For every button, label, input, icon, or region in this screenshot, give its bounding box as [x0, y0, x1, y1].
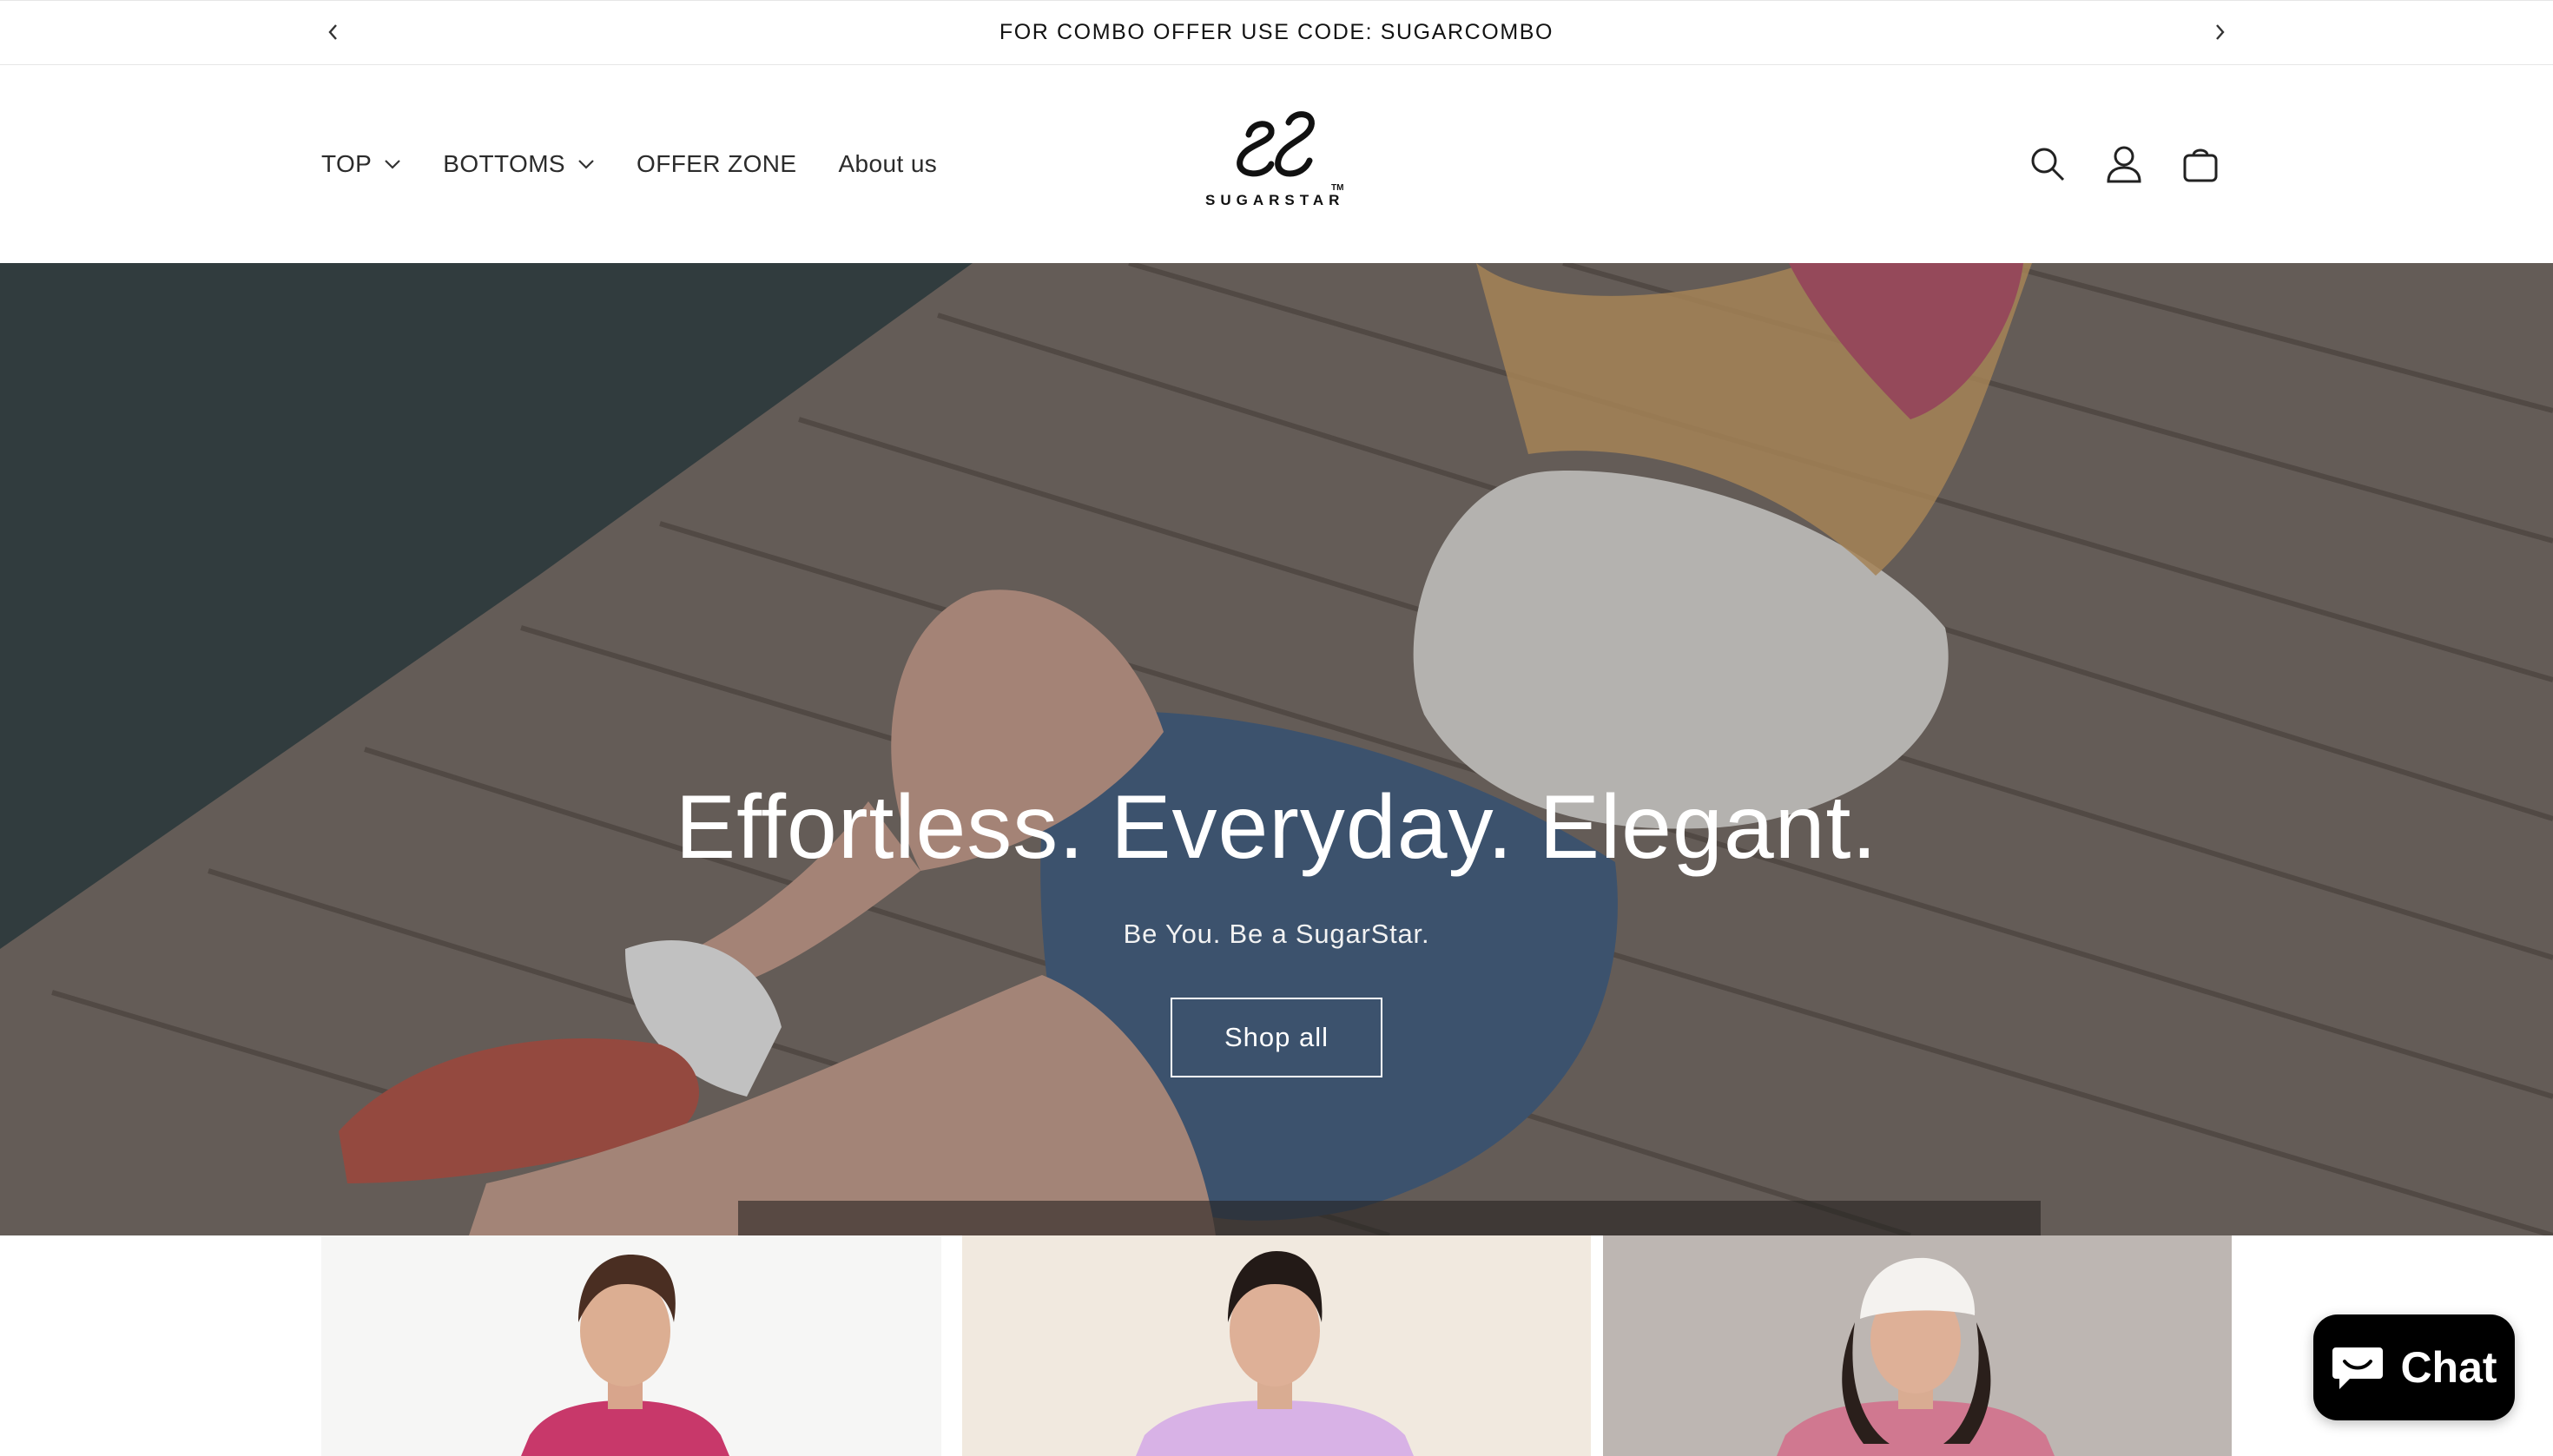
- shop-all-button[interactable]: Shop all: [1171, 998, 1382, 1077]
- product-card[interactable]: [1603, 1235, 2232, 1456]
- site-header: TOP BOTTOMS OFFER ZONE About us SUGARSTA…: [0, 65, 2553, 263]
- cart-button[interactable]: [2176, 140, 2225, 188]
- product-image: [1136, 1251, 1414, 1456]
- search-button[interactable]: [2023, 140, 2072, 188]
- product-card-row: [0, 1235, 2553, 1456]
- account-icon: [2107, 146, 2141, 183]
- nav-item-label: TOP: [321, 150, 373, 177]
- product-card[interactable]: [321, 1235, 941, 1456]
- logo-wordmark: SUGARSTAR: [1205, 192, 1345, 208]
- chat-label: Chat: [2400, 1343, 2497, 1392]
- chat-bubble-icon: [2331, 1342, 2385, 1393]
- announcement-bar: FOR COMBO OFFER USE CODE: SUGARCOMBO: [0, 0, 2553, 65]
- header-icons: [2023, 140, 2253, 188]
- search-icon: [2031, 148, 2065, 181]
- trademark-mark: TM: [1331, 183, 1344, 193]
- hero-heading: Effortless. Everyday. Elegant.: [675, 777, 1878, 878]
- product-image: [1777, 1257, 2055, 1456]
- main-nav: TOP BOTTOMS OFFER ZONE About us: [321, 65, 979, 263]
- nav-item-label: OFFER ZONE: [637, 150, 797, 177]
- chevron-down-icon: [384, 159, 401, 169]
- nav-item-label: About us: [838, 150, 938, 177]
- sugarstar-logo-mark: [1237, 111, 1315, 177]
- nav-item-label: BOTTOMS: [443, 150, 566, 177]
- chevron-down-icon: [577, 159, 595, 169]
- nav-item-top[interactable]: TOP: [321, 150, 401, 178]
- account-button[interactable]: [2100, 140, 2148, 188]
- chevron-right-icon: [2216, 24, 2225, 40]
- product-image: [521, 1255, 729, 1456]
- hero-subheading: Be You. Be a SugarStar.: [1123, 919, 1430, 949]
- announcement-next-button[interactable]: [2200, 13, 2239, 51]
- nav-item-offer-zone[interactable]: OFFER ZONE: [637, 150, 796, 178]
- chat-button[interactable]: Chat: [2313, 1314, 2515, 1420]
- cart-icon: [2183, 148, 2218, 182]
- brand-logo[interactable]: SUGARSTAR TM: [1198, 109, 1351, 221]
- hero-overlay: [0, 263, 2553, 1235]
- nav-item-about-us[interactable]: About us: [838, 150, 937, 178]
- product-card[interactable]: [962, 1235, 1591, 1456]
- announcement-text: FOR COMBO OFFER USE CODE: SUGARCOMBO: [999, 20, 1554, 44]
- hero-banner: Effortless. Everyday. Elegant. Be You. B…: [0, 263, 2553, 1235]
- nav-item-bottoms[interactable]: BOTTOMS: [443, 150, 595, 178]
